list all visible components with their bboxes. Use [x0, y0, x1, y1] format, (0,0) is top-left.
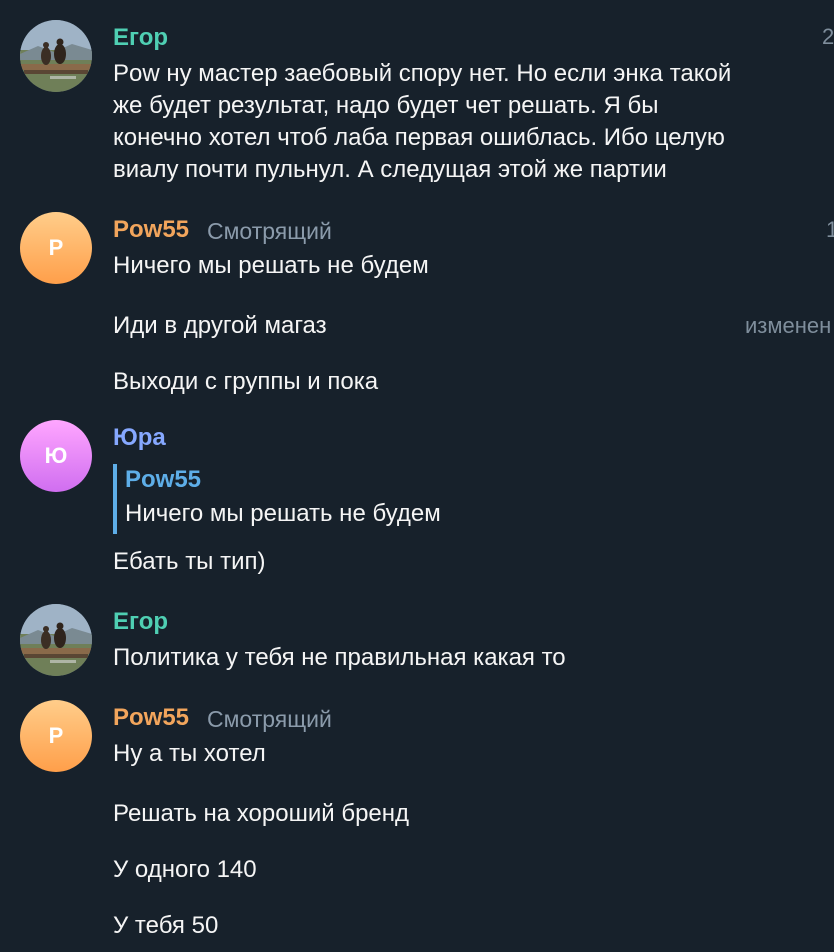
- message-text: Иди в другой магаз: [113, 312, 327, 339]
- sender-name[interactable]: Егор: [113, 608, 168, 636]
- chat-message-list: Егор 2 Pow ну мастер заебовый спору нет.…: [0, 0, 834, 952]
- sender-name[interactable]: Pow55: [113, 704, 189, 732]
- sender-name[interactable]: Юра: [113, 424, 166, 452]
- message-text: Выходи с группы и пока: [113, 368, 379, 395]
- sender-name[interactable]: Pow55: [113, 216, 189, 244]
- message-text: Политика у тебя не правильная какая то: [113, 644, 566, 671]
- avatar[interactable]: Ю: [20, 420, 92, 492]
- message-text: Ну а ты хотел: [113, 740, 266, 767]
- photo-avatar-icon[interactable]: [20, 20, 92, 92]
- avatar[interactable]: P: [20, 700, 92, 772]
- admin-title-badge: Смотрящий: [207, 218, 332, 244]
- photo-avatar-icon[interactable]: [20, 604, 92, 676]
- message-time: 1: [826, 217, 834, 242]
- message-text-line: Pow ну мастер заебовый спору нет. Но есл…: [113, 60, 732, 87]
- message-text: Решать на хороший бренд: [113, 800, 410, 827]
- reply-quote[interactable]: Pow55 Ничего мы решать не будем: [113, 464, 537, 534]
- message-text: Ничего мы решать не будем: [113, 252, 429, 279]
- message-text: Ебать ты тип): [113, 548, 266, 575]
- admin-title-badge: Смотрящий: [207, 706, 332, 732]
- reply-sender-name: Pow55: [125, 466, 202, 493]
- message-text: У одного 140: [113, 856, 257, 883]
- avatar[interactable]: P: [20, 212, 92, 284]
- reply-text: Ничего мы решать не будем: [125, 500, 441, 527]
- edited-label: изменен: [745, 313, 832, 338]
- message-text: У тебя 50: [113, 912, 219, 939]
- message-text-line: виалу почти пульнул. А следущая этой же …: [113, 156, 667, 183]
- message-text-line: конечно хотел чтоб лаба первая ошиблась.…: [113, 124, 725, 151]
- message-time: 2: [822, 24, 834, 49]
- message-text-line: же будет результат, надо будет чет решат…: [113, 92, 659, 119]
- sender-name[interactable]: Егор: [113, 24, 168, 52]
